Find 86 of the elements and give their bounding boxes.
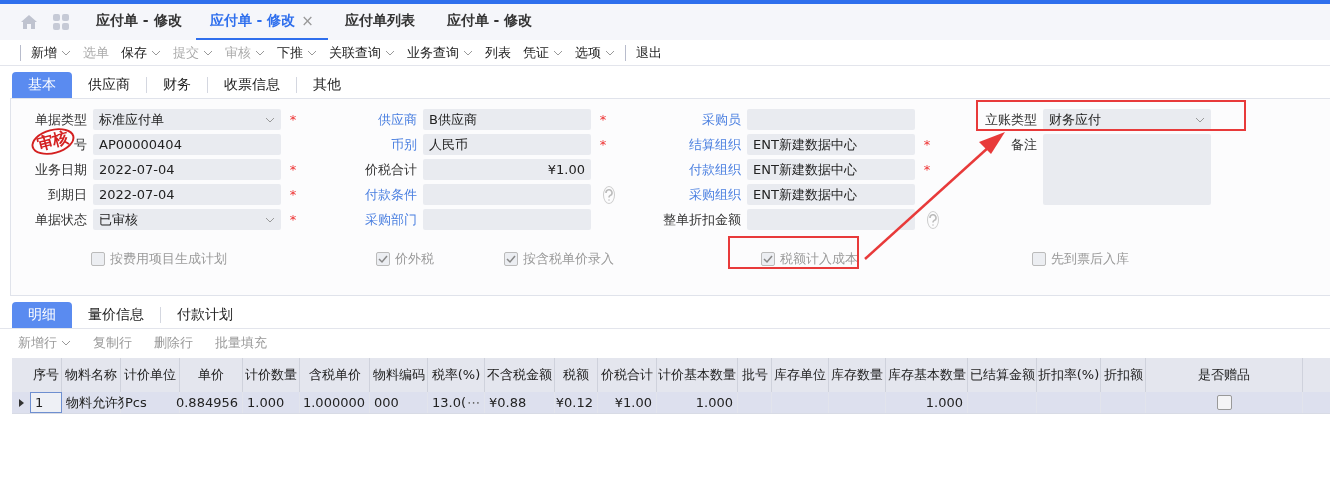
toolbar-button[interactable]: 凭证 bbox=[517, 43, 569, 62]
toolbar-button[interactable]: 退出 bbox=[630, 43, 668, 62]
select-field[interactable]: 标准应付单 bbox=[93, 109, 281, 130]
caret-icon bbox=[203, 49, 213, 56]
caret-icon bbox=[605, 49, 615, 56]
field-label: 备注 bbox=[1011, 137, 1037, 152]
field-label: 立账类型 bbox=[985, 112, 1037, 127]
form-tab[interactable]: 财务 bbox=[147, 72, 207, 98]
checkbox[interactable] bbox=[376, 252, 390, 266]
toolbar-button[interactable]: 新增 bbox=[25, 43, 77, 62]
input-field[interactable]: ENT新建数据中心 bbox=[747, 159, 915, 180]
field-label-link[interactable]: 结算组织 bbox=[689, 137, 741, 152]
checkbox[interactable] bbox=[91, 252, 105, 266]
document-tab[interactable]: 应付单 - 修改 bbox=[432, 4, 547, 40]
input-field[interactable]: AP00000404 bbox=[93, 134, 281, 155]
table-cell: 000 bbox=[370, 392, 428, 413]
detail-tab[interactable]: 量价信息 bbox=[72, 302, 160, 328]
toolbar-button[interactable]: 保存 bbox=[115, 43, 167, 62]
field-label-link[interactable]: 采购组织 bbox=[689, 187, 741, 202]
required-mark: * bbox=[923, 137, 931, 152]
input-field[interactable]: ENT新建数据中心 bbox=[747, 134, 915, 155]
checkbox[interactable] bbox=[1216, 395, 1232, 410]
required-mark: * bbox=[599, 112, 607, 127]
caret-icon bbox=[463, 49, 473, 56]
detail-tab[interactable]: 付款计划 bbox=[161, 302, 249, 328]
input-field[interactable]: ENT新建数据中心 bbox=[747, 184, 915, 205]
caret-icon bbox=[385, 49, 395, 56]
table-cell: 1.000000 bbox=[300, 392, 370, 413]
select-field[interactable]: 财务应付 bbox=[1043, 109, 1211, 130]
checkbox[interactable] bbox=[504, 252, 518, 266]
document-tab[interactable]: 应付单列表 bbox=[327, 4, 433, 40]
field-label: 整单折扣金额 bbox=[663, 212, 741, 227]
caret-icon bbox=[61, 49, 71, 56]
required-mark: * bbox=[923, 162, 931, 177]
form-tab[interactable]: 其他 bbox=[297, 72, 357, 98]
field-label: 到期日 bbox=[48, 187, 87, 202]
table-cell: 1.000 bbox=[657, 392, 738, 413]
required-mark: * bbox=[289, 162, 297, 177]
caret-icon bbox=[307, 49, 317, 56]
input-field[interactable]: B供应商 bbox=[423, 109, 591, 130]
form-tab[interactable]: 收票信息 bbox=[208, 72, 296, 98]
table-cell[interactable]: 1 bbox=[30, 392, 62, 413]
field-label: 业务日期 bbox=[35, 162, 87, 177]
field-label-link[interactable]: 采购部门 bbox=[365, 212, 417, 227]
table-cell: ¥0.12 bbox=[555, 392, 598, 413]
caret-icon bbox=[265, 116, 275, 123]
field-label: 单据状态 bbox=[35, 212, 87, 227]
table-cell: 1.000 bbox=[886, 392, 968, 413]
toolbar-button[interactable]: 关联查询 bbox=[323, 43, 401, 62]
field-label-link[interactable]: 币别 bbox=[391, 137, 417, 152]
input-field[interactable]: 2022-07-04 bbox=[93, 159, 281, 180]
table-cell: 1.000 bbox=[243, 392, 300, 413]
input-field[interactable]: 人民币 bbox=[423, 134, 591, 155]
input-field[interactable]: 2022-07-04 bbox=[93, 184, 281, 205]
caret-icon bbox=[553, 49, 563, 56]
document-tab[interactable]: 应付单 - 修改 × bbox=[195, 4, 328, 40]
toolbar-button[interactable]: 选项 bbox=[569, 43, 621, 62]
table-cell: 13.0( bbox=[432, 395, 467, 410]
toolbar-button[interactable]: 下推 bbox=[271, 43, 323, 62]
row-pointer-icon bbox=[18, 398, 24, 407]
form-tab[interactable]: 供应商 bbox=[72, 72, 146, 98]
checkbox[interactable] bbox=[1032, 252, 1046, 266]
required-mark: * bbox=[289, 212, 297, 227]
caret-icon bbox=[61, 339, 71, 346]
select-field[interactable]: 已审核 bbox=[93, 209, 281, 230]
input-field[interactable]: ¥1.00 bbox=[423, 159, 591, 180]
more-button[interactable]: ⋯ bbox=[467, 395, 480, 410]
table-cell: ¥0.88 bbox=[485, 392, 555, 413]
toolbar-button[interactable]: 列表 bbox=[479, 43, 517, 62]
toolbar-button[interactable]: 业务查询 bbox=[401, 43, 479, 62]
table-cell: ¥1.00 bbox=[598, 392, 657, 413]
field-label-link[interactable]: 采购员 bbox=[702, 112, 741, 127]
input-field[interactable] bbox=[747, 209, 915, 230]
field-label-link[interactable]: 供应商 bbox=[378, 112, 417, 127]
caret-icon bbox=[255, 49, 265, 56]
document-tab[interactable]: 应付单 - 修改 bbox=[82, 4, 196, 40]
caret-icon bbox=[1195, 116, 1205, 123]
required-mark: * bbox=[599, 137, 607, 152]
required-mark: * bbox=[289, 187, 297, 202]
field-label-link[interactable]: 付款条件 bbox=[365, 187, 417, 202]
caret-icon bbox=[265, 216, 275, 223]
field-label-link[interactable]: 付款组织 bbox=[689, 162, 741, 177]
field-label: 价税合计 bbox=[365, 162, 417, 177]
checkbox[interactable] bbox=[761, 252, 775, 266]
caret-icon bbox=[151, 49, 161, 56]
required-mark: * bbox=[289, 112, 297, 127]
